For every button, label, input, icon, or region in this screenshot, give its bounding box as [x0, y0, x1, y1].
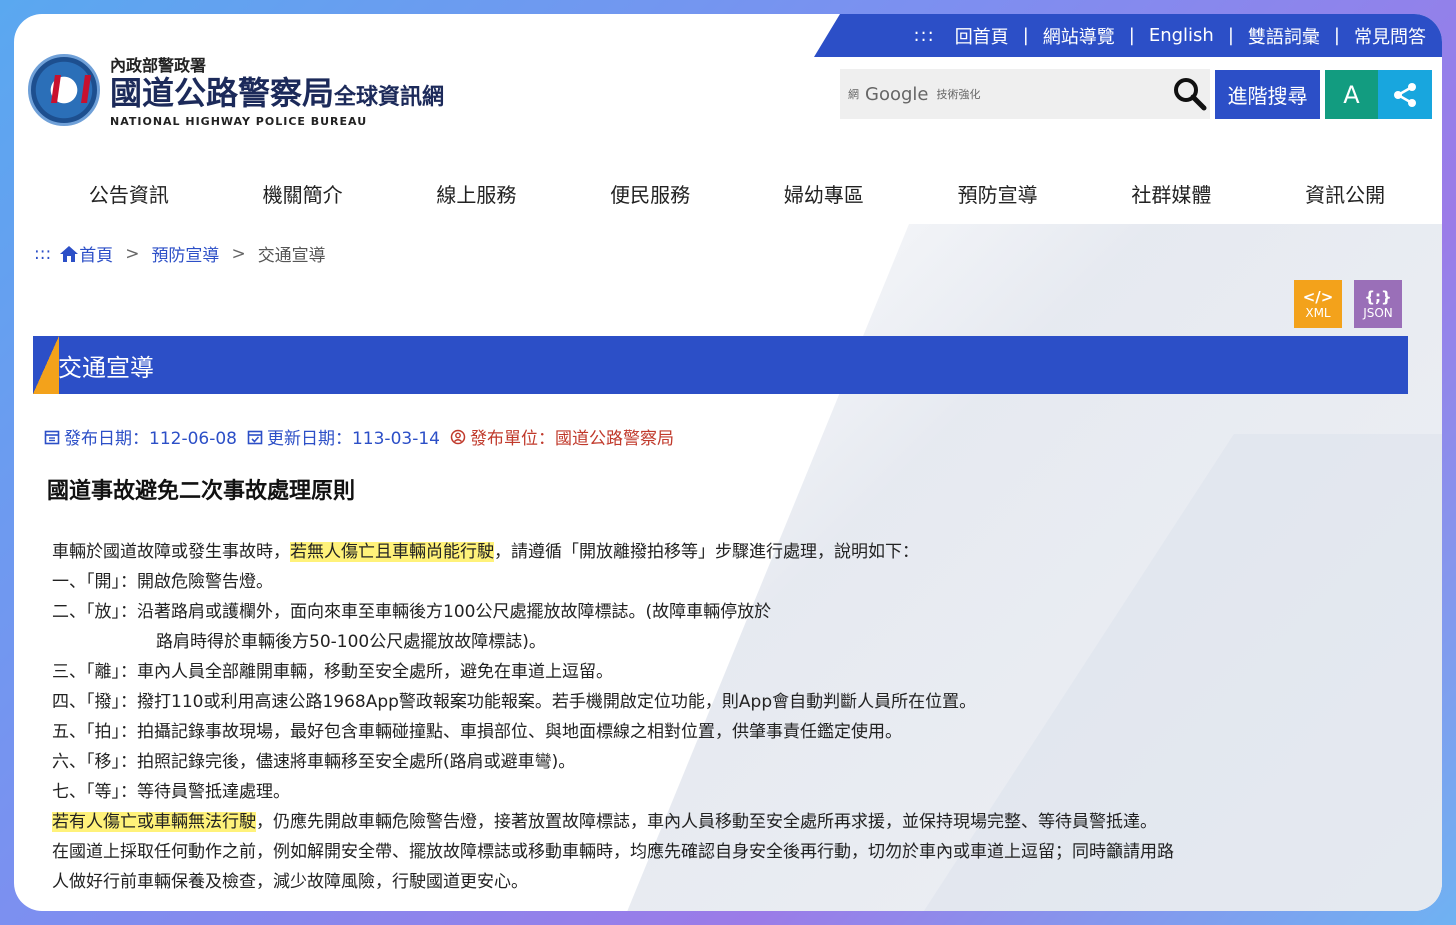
article-title: 國道事故避免二次事故處理原則	[47, 479, 356, 504]
nav-item-about[interactable]: 機關簡介	[216, 179, 390, 208]
breadcrumb-prevention[interactable]: 預防宣導	[151, 241, 219, 266]
publish-unit: 發布單位：國道公路警察局	[469, 429, 674, 449]
nav-item-prevention[interactable]: 預防宣導	[911, 179, 1085, 208]
section-header: 交通宣導	[33, 336, 1408, 394]
home-link[interactable]: 回首頁	[955, 23, 1009, 49]
advanced-search-button[interactable]: 進階搜尋	[1215, 70, 1320, 119]
nav-item-women-children[interactable]: 婦幼專區	[737, 179, 911, 208]
update-date: 更新日期：113-03-14	[266, 429, 440, 449]
police-emblem-icon	[28, 54, 100, 126]
breadcrumb-current: 交通宣導	[257, 246, 326, 266]
xml-button[interactable]: </> XML	[1294, 280, 1342, 328]
step-item: 四、「撥」：撥打110或利用高速公路1968App警政報案功能報案。若手機開啟定…	[52, 692, 977, 712]
browser-window: ::: 回首頁 | 網站導覽 | English | 雙語詞彙 | 常見問答 內…	[14, 14, 1442, 911]
logo-subtitle: 內政部警政署	[110, 56, 207, 75]
section-title: 交通宣導	[58, 353, 154, 382]
logo-english: NATIONAL HIGHWAY POLICE BUREAU	[110, 115, 368, 128]
logo-title: 國道公路警察局全球資訊網	[110, 74, 445, 112]
article-paragraph: 車輛於國道故障或發生事故時，若無人傷亡且車輛尚能行駛，請遵循「開放離撥拍移等」步…	[52, 542, 919, 562]
step-item: 五、「拍」：拍攝記錄事故現場，最好包含車輛碰撞點、車損部位、與地面標線之相對位置…	[52, 722, 902, 742]
step-item: 一、「開」：開啟危險警告燈。	[52, 572, 273, 592]
accessibility-anchor[interactable]: :::	[913, 25, 934, 46]
json-button[interactable]: {;} JSON	[1354, 280, 1402, 328]
glossary-link[interactable]: 雙語詞彙	[1248, 23, 1320, 49]
search-box[interactable]: 網 Google 技術強化	[840, 69, 1210, 119]
breadcrumb-home[interactable]: 首頁	[79, 241, 113, 266]
step-item: 六、「移」：拍照記錄完後，儘速將車輛移至安全處所(路肩或避車彎)。	[52, 752, 576, 772]
step-item: 三、「離」：車內人員全部離開車輛，移動至安全處所，避免在車道上逗留。	[52, 662, 613, 682]
search-icon[interactable]	[1172, 76, 1208, 112]
utility-bar: ::: 回首頁 | 網站導覽 | English | 雙語詞彙 | 常見問答	[814, 14, 1442, 57]
share-button[interactable]	[1378, 70, 1432, 119]
sitemap-link[interactable]: 網站導覽	[1043, 23, 1115, 49]
font-size-button[interactable]: A	[1325, 70, 1378, 119]
site-logo[interactable]: 內政部警政署 國道公路警察局全球資訊網 NATIONAL HIGHWAY POL…	[28, 52, 444, 128]
json-icon: {;}	[1364, 288, 1392, 306]
nav-item-open-info[interactable]: 資訊公開	[1258, 179, 1432, 208]
article-paragraph: 人做好行前車輛保養及檢查，減少故障風險，行駛國道更安心。	[52, 872, 528, 892]
nav-item-social-media[interactable]: 社群媒體	[1085, 179, 1259, 208]
article-body: 車輛於國道故障或發生事故時，若無人傷亡且車輛尚能行駛，請遵循「開放離撥拍移等」步…	[52, 537, 1392, 897]
breadcrumb: ::: 首頁 > 預防宣導 > 交通宣導	[34, 241, 326, 267]
step-item: 七、「等」：等待員警抵達處理。	[52, 782, 290, 802]
nav-item-online-services[interactable]: 線上服務	[390, 179, 564, 208]
calendar-icon	[44, 430, 60, 444]
publish-date: 發布日期：112-06-08	[64, 429, 237, 449]
step-item: 二、「放」：沿著路肩或護欄外，面向來車至車輛後方100公尺處擺放故障標誌。(故障…	[52, 602, 772, 622]
main-nav: 公告資訊 機關簡介 線上服務 便民服務 婦幼專區 預防宣導 社群媒體 資訊公開	[42, 179, 1432, 208]
article-paragraph: 若有人傷亡或車輛無法行駛，仍應先開啟車輛危險警告燈，接著放置故障標誌，車內人員移…	[52, 812, 1157, 832]
english-link[interactable]: English	[1149, 25, 1214, 46]
nav-item-public-services[interactable]: 便民服務	[563, 179, 737, 208]
nav-item-announcements[interactable]: 公告資訊	[42, 179, 216, 208]
article-meta: 發布日期：112-06-08 更新日期：113-03-14 發布單位：國道公路警…	[44, 424, 684, 449]
step-item-continued: 路肩時得於車輛後方50-100公尺處擺放故障標誌)。	[156, 632, 546, 652]
code-icon: </>	[1302, 288, 1334, 306]
user-icon	[450, 429, 466, 444]
share-icon	[1394, 82, 1416, 107]
calendar-check-icon	[247, 430, 263, 444]
faq-link[interactable]: 常見問答	[1354, 23, 1426, 49]
home-icon	[60, 245, 79, 262]
article-paragraph: 在國道上採取任何動作之前，例如解開安全帶、擺放故障標誌或移動車輛時，均應先確認自…	[52, 842, 1174, 862]
